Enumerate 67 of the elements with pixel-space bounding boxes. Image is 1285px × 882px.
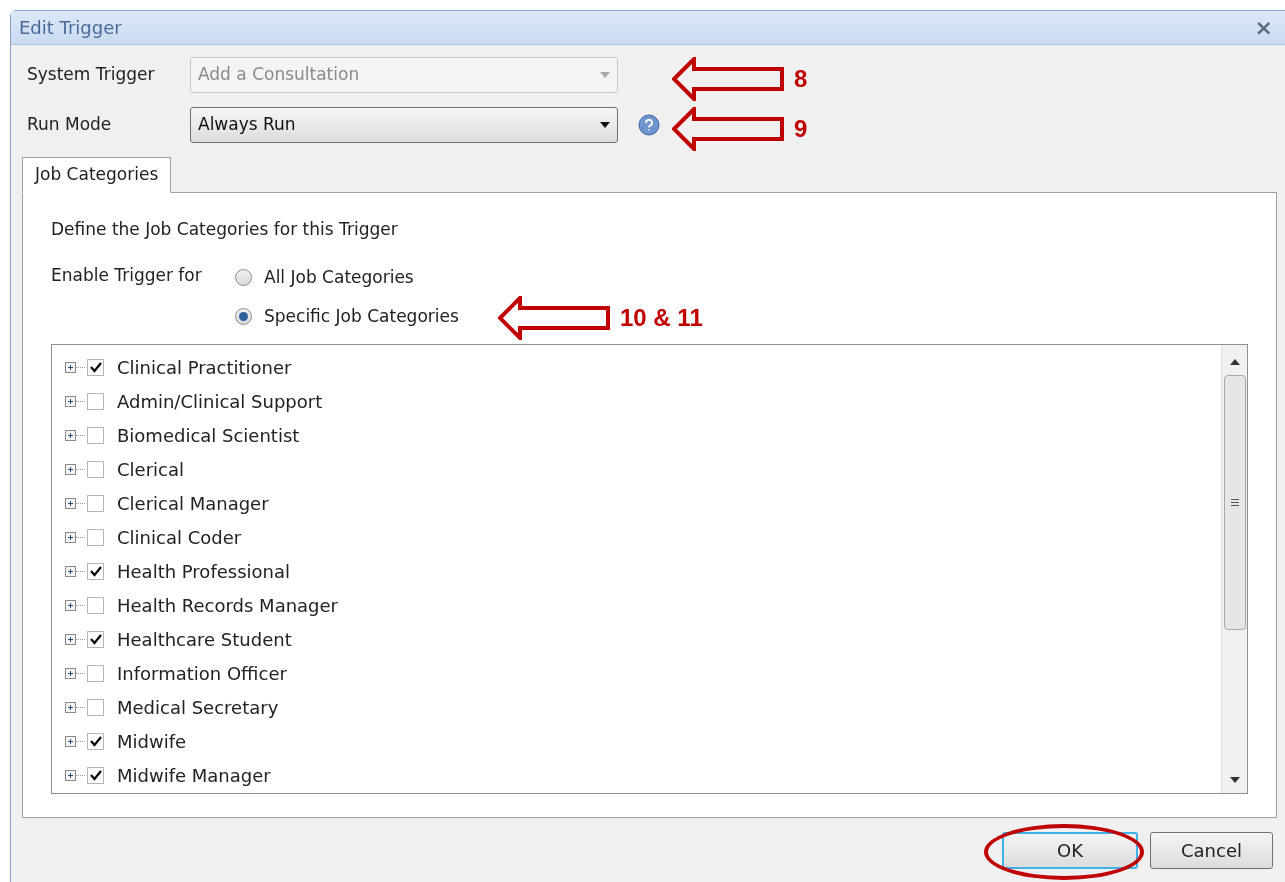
tree-item[interactable]: Health Records Manager [117, 592, 339, 619]
grip-icon [1230, 498, 1239, 506]
scroll-down-icon[interactable] [1229, 776, 1240, 783]
ok-button[interactable]: OK [1002, 832, 1138, 869]
expand-icon[interactable] [65, 362, 76, 373]
expand-icon[interactable] [65, 430, 76, 441]
checkbox[interactable] [87, 393, 104, 410]
checkbox[interactable] [87, 767, 104, 784]
tree-item[interactable]: Information Officer [117, 660, 287, 687]
radio-option[interactable]: Specific Job Categories [235, 304, 459, 330]
tree-item[interactable]: Midwife [117, 728, 187, 755]
scroll-up-icon[interactable] [1229, 358, 1240, 365]
expand-icon[interactable] [65, 464, 76, 475]
checkbox[interactable] [87, 597, 104, 614]
checkbox[interactable] [87, 733, 104, 750]
tree-item[interactable]: Midwife Manager [117, 762, 271, 789]
radio-button[interactable] [235, 308, 252, 326]
radio-button[interactable] [235, 268, 252, 286]
checkbox[interactable] [87, 427, 104, 444]
dropdown-arrow-icon [600, 72, 610, 78]
arrow-icon [672, 107, 784, 151]
radio-option[interactable]: All Job Categories [235, 264, 459, 290]
checkbox[interactable] [87, 665, 104, 682]
tree-item[interactable]: Clerical Manager [117, 490, 269, 517]
expand-icon[interactable] [65, 668, 76, 679]
expand-icon[interactable] [65, 600, 76, 611]
checkbox[interactable] [87, 359, 104, 376]
expand-icon[interactable] [65, 532, 76, 543]
tree-item[interactable]: Clinical Coder [117, 524, 242, 551]
cancel-button[interactable]: Cancel [1150, 832, 1273, 869]
arrow-icon [498, 296, 610, 340]
expand-icon[interactable] [65, 736, 76, 747]
expand-icon[interactable] [65, 566, 76, 577]
scroll-thumb[interactable] [1223, 374, 1246, 630]
checkbox[interactable] [87, 495, 104, 512]
arrow-icon [672, 57, 784, 101]
field-label: System Trigger [27, 63, 156, 87]
checkbox[interactable] [87, 699, 104, 716]
window-title: Edit Trigger [19, 16, 122, 40]
field-label: Run Mode [27, 113, 113, 137]
checkbox[interactable] [87, 461, 104, 478]
dropdown[interactable]: Always Run [190, 107, 618, 143]
dropdown-arrow-icon [600, 122, 610, 128]
tree-item[interactable]: Biomedical Scientist [117, 422, 300, 449]
tree-item[interactable]: Health Professional [117, 558, 290, 585]
expand-icon[interactable] [65, 498, 76, 509]
panel-heading: Define the Job Categories for this Trigger [51, 218, 399, 241]
checkbox[interactable] [87, 631, 104, 648]
annotation-label: 9 [794, 114, 808, 144]
tree-item[interactable]: Clinical Practitioner [117, 354, 292, 381]
expand-icon[interactable] [65, 634, 76, 645]
help-icon[interactable] [638, 114, 660, 136]
expand-icon[interactable] [65, 770, 76, 781]
expand-icon[interactable] [65, 702, 76, 713]
tree-item[interactable]: Healthcare Student [117, 626, 292, 653]
annotation-label: 10 & 11 [620, 303, 703, 333]
close-button[interactable]: × [1254, 16, 1273, 39]
checkbox[interactable] [87, 529, 104, 546]
enable-label: Enable Trigger for [51, 263, 203, 287]
tree-item[interactable]: Clerical [117, 456, 184, 483]
scrollbar[interactable] [1221, 344, 1247, 793]
checkbox[interactable] [87, 563, 104, 580]
tree-item[interactable]: Admin/Clinical Support [117, 388, 323, 415]
tab[interactable]: Job Categories [22, 157, 172, 193]
expand-icon[interactable] [65, 396, 76, 407]
annotation-label: 8 [794, 64, 808, 94]
tree-item[interactable]: Medical Secretary [117, 694, 279, 721]
